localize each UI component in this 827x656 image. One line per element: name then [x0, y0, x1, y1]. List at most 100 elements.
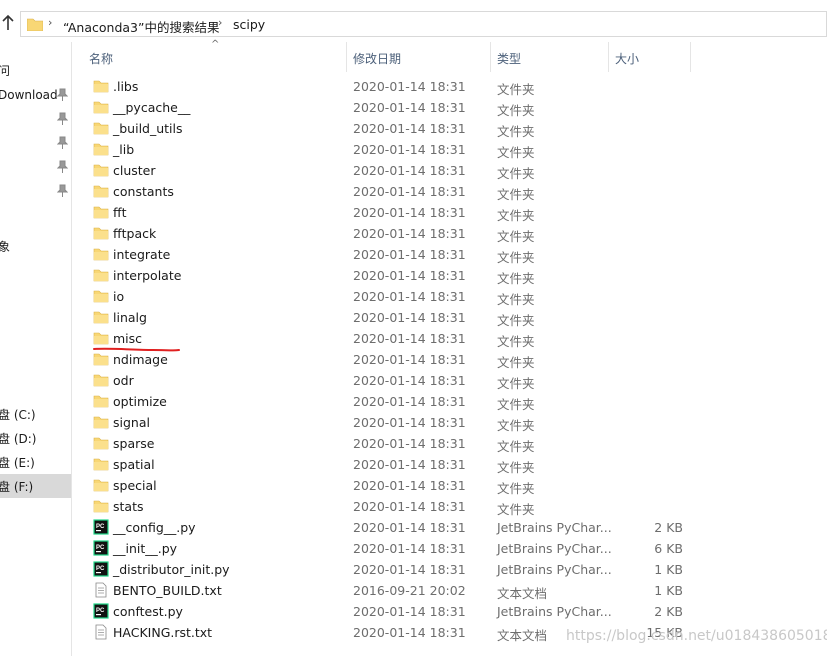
folder-icon — [93, 101, 109, 114]
file-row[interactable]: PC _distributor_init.py 2020-01-14 18:31 Je… — [73, 559, 827, 580]
folder-icon — [93, 185, 109, 198]
file-date: 2020-01-14 18:31 — [353, 499, 466, 514]
file-date: 2020-01-14 18:31 — [353, 331, 466, 346]
file-row[interactable]: _build_utils 2020-01-14 18:31 文件夹 — [73, 118, 827, 139]
nav-item-quick-access[interactable]: 问 — [0, 58, 71, 82]
file-date: 2020-01-14 18:31 — [353, 226, 466, 241]
column-header-type[interactable]: 类型 — [491, 42, 609, 72]
file-row[interactable]: spatial 2020-01-14 18:31 文件夹 — [73, 454, 827, 475]
file-type: 文件夹 — [497, 166, 535, 181]
file-name: signal — [113, 415, 150, 430]
file-date: 2020-01-14 18:31 — [353, 100, 466, 115]
folder-icon — [93, 479, 109, 492]
nav-item-download[interactable]: Download — [0, 84, 71, 108]
red-underline-annotation — [93, 347, 180, 352]
file-date: 2020-01-14 18:31 — [353, 625, 466, 640]
file-row[interactable]: fft 2020-01-14 18:31 文件夹 — [73, 202, 827, 223]
column-header-size[interactable]: 大小 — [609, 42, 691, 72]
file-row[interactable]: stats 2020-01-14 18:31 文件夹 — [73, 496, 827, 517]
address-bar[interactable]: › “Anaconda3”中的搜索结果 › scipy — [20, 11, 827, 37]
file-row[interactable]: constants 2020-01-14 18:31 文件夹 — [73, 181, 827, 202]
column-header-name[interactable]: 名称 — [83, 42, 347, 72]
file-type: 文件夹 — [497, 460, 535, 475]
file-row[interactable]: .libs 2020-01-14 18:31 文件夹 — [73, 76, 827, 97]
column-header-label: 大小 — [615, 52, 640, 66]
file-row[interactable]: special 2020-01-14 18:31 文件夹 — [73, 475, 827, 496]
pycharm-file-icon: PC — [93, 603, 109, 619]
nav-item-drive-c[interactable]: 盘 (C:) — [0, 402, 71, 426]
file-date: 2020-01-14 18:31 — [353, 541, 466, 556]
file-date: 2020-01-14 18:31 — [353, 604, 466, 619]
up-arrow-icon[interactable] — [0, 14, 16, 32]
file-name: linalg — [113, 310, 147, 325]
file-row[interactable]: __pycache__ 2020-01-14 18:31 文件夹 — [73, 97, 827, 118]
file-type: 文件夹 — [497, 145, 535, 160]
file-size: 2 KB — [654, 520, 683, 535]
file-row[interactable]: odr 2020-01-14 18:31 文件夹 — [73, 370, 827, 391]
file-row[interactable]: ndimage 2020-01-14 18:31 文件夹 — [73, 349, 827, 370]
file-row[interactable]: PC conftest.py 2020-01-14 18:31 JetBrains P… — [73, 601, 827, 622]
file-name: cluster — [113, 163, 156, 178]
file-row[interactable]: cluster 2020-01-14 18:31 文件夹 — [73, 160, 827, 181]
file-name: conftest.py — [113, 604, 183, 619]
breadcrumb-search-results[interactable]: “Anaconda3”中的搜索结果 — [63, 17, 219, 36]
file-row[interactable]: fftpack 2020-01-14 18:31 文件夹 — [73, 223, 827, 244]
file-date: 2020-01-14 18:31 — [353, 394, 466, 409]
file-type: 文件夹 — [497, 376, 535, 391]
folder-icon — [93, 227, 109, 240]
folder-icon — [93, 269, 109, 282]
nav-item-label: 盘 (E:) — [0, 456, 35, 470]
file-date: 2020-01-14 18:31 — [353, 478, 466, 493]
file-type: JetBrains PyChar... — [497, 604, 612, 619]
column-header-label: 类型 — [497, 52, 522, 66]
file-row[interactable]: signal 2020-01-14 18:31 文件夹 — [73, 412, 827, 433]
file-type: 文件夹 — [497, 103, 535, 118]
file-row[interactable]: linalg 2020-01-14 18:31 文件夹 — [73, 307, 827, 328]
file-type: JetBrains PyChar... — [497, 520, 612, 535]
file-row[interactable]: BENTO_BUILD.txt 2016-09-21 20:02 文本文档 1 KB — [73, 580, 827, 601]
file-row[interactable]: interpolate 2020-01-14 18:31 文件夹 — [73, 265, 827, 286]
column-header-label: 修改日期 — [353, 52, 402, 66]
file-row[interactable]: sparse 2020-01-14 18:31 文件夹 — [73, 433, 827, 454]
file-date: 2020-01-14 18:31 — [353, 247, 466, 262]
chevron-right-icon[interactable]: › — [218, 16, 222, 29]
file-row[interactable]: _lib 2020-01-14 18:31 文件夹 — [73, 139, 827, 160]
file-row[interactable]: misc 2020-01-14 18:31 文件夹 — [73, 328, 827, 349]
file-name: fftpack — [113, 226, 157, 241]
file-type: 文件夹 — [497, 82, 535, 97]
column-header-label: 名称 — [89, 52, 114, 66]
nav-item-drive-d[interactable]: 盘 (D:) — [0, 426, 71, 450]
breadcrumb-scipy[interactable]: scipy — [233, 17, 265, 32]
svg-text:PC: PC — [96, 545, 105, 551]
nav-item-label: 盘 (C:) — [0, 408, 36, 422]
file-name: spatial — [113, 457, 155, 472]
file-type: 文件夹 — [497, 481, 535, 496]
file-row[interactable]: PC __init__.py 2020-01-14 18:31 JetBrains P… — [73, 538, 827, 559]
file-size: 1 KB — [654, 562, 683, 577]
file-type: 文件夹 — [497, 334, 535, 349]
file-name: integrate — [113, 247, 171, 262]
nav-item-pinned[interactable] — [0, 108, 71, 132]
file-name: io — [113, 289, 125, 304]
nav-item-label: 问 — [0, 62, 10, 79]
file-row[interactable]: integrate 2020-01-14 18:31 文件夹 — [73, 244, 827, 265]
file-name: _distributor_init.py — [113, 562, 230, 577]
file-type: JetBrains PyChar... — [497, 541, 612, 556]
file-row[interactable]: optimize 2020-01-14 18:31 文件夹 — [73, 391, 827, 412]
folder-icon — [93, 206, 109, 219]
file-row[interactable]: PC __config__.py 2020-01-14 18:31 JetBrains… — [73, 517, 827, 538]
nav-item-3d-objects[interactable]: 象 — [0, 234, 71, 258]
nav-item-drive-e[interactable]: 盘 (E:) — [0, 450, 71, 474]
file-row[interactable]: io 2020-01-14 18:31 文件夹 — [73, 286, 827, 307]
column-header-date[interactable]: 修改日期 — [347, 42, 491, 72]
file-date: 2020-01-14 18:31 — [353, 352, 466, 367]
nav-item-pinned[interactable] — [0, 180, 71, 204]
folder-icon — [93, 416, 109, 429]
nav-item-pinned[interactable] — [0, 156, 71, 180]
nav-item-pinned[interactable] — [0, 132, 71, 156]
nav-item-drive-f[interactable]: 盘 (F:) — [0, 474, 71, 498]
pycharm-file-icon: PC — [93, 540, 109, 556]
chevron-right-icon[interactable]: › — [48, 16, 52, 29]
file-type: 文件夹 — [497, 250, 535, 265]
file-type: 文件夹 — [497, 418, 535, 433]
